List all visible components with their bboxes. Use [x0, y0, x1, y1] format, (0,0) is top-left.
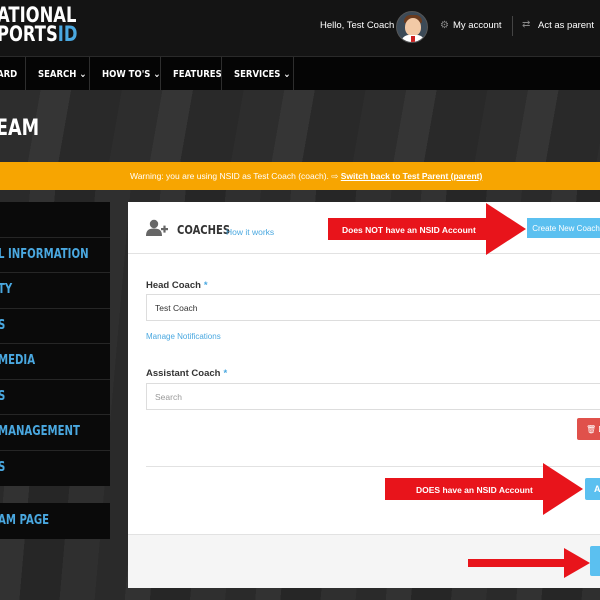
arrow-annotation-bottom: [468, 548, 590, 578]
save-button[interactable]: [590, 546, 600, 576]
nav-features[interactable]: FEATURES: [173, 57, 222, 91]
sidebar-item-media[interactable]: MEDIA: [0, 343, 110, 378]
sidebar-item-information[interactable]: L INFORMATION: [0, 237, 110, 272]
greeting: Hello, Test Coach: [320, 20, 395, 31]
annotation-no-account: Does NOT have an NSID Account: [342, 225, 476, 235]
head-coach-field[interactable]: Test Coach: [146, 294, 600, 321]
assistant-coach-label: Assistant Coach *: [146, 368, 228, 379]
sidebar-item-management[interactable]: MANAGEMENT: [0, 414, 110, 449]
swap-icon: ⇄: [522, 19, 531, 30]
sidebar-item-7[interactable]: S: [0, 450, 110, 485]
coaches-title: COACHES: [177, 222, 231, 237]
header-divider: [512, 16, 513, 36]
sidebar-item-5[interactable]: S: [0, 379, 110, 414]
warning-text: Warning: you are using NSID as Test Coac…: [130, 171, 329, 181]
sidebar-item-activity[interactable]: TY: [0, 272, 110, 307]
sidebar-item-team-page[interactable]: AM PAGE: [0, 503, 110, 539]
top-bar: ATIONAL PORTSID Hello, Test Coach ⚙ My a…: [0, 0, 600, 56]
head-coach-label: Head Coach *: [146, 280, 208, 291]
how-it-works-link[interactable]: How it works: [226, 227, 274, 237]
main-nav: ARD SEARCH ⌄ HOW TO'S ⌄ FEATURES SERVICE…: [0, 56, 600, 91]
add-button[interactable]: A: [585, 478, 600, 500]
add-coach-icon: [146, 219, 168, 236]
nav-services[interactable]: SERVICES ⌄: [234, 57, 290, 91]
logo-id: ID: [57, 22, 78, 46]
manage-notifications-link[interactable]: Manage Notifications: [146, 332, 221, 341]
annotation-has-account: DOES have an NSID Account: [416, 485, 533, 495]
create-new-coach-button[interactable]: Create New Coach: [527, 218, 600, 238]
sidebar-item-3[interactable]: S: [0, 308, 110, 343]
logo-line-2[interactable]: PORTSID: [0, 23, 77, 45]
sidebar: L INFORMATION TY S MEDIA S MANAGEMENT S: [0, 202, 110, 486]
gear-icon: ⚙: [440, 20, 449, 31]
delete-button[interactable]: 🗑 D: [577, 418, 600, 440]
warning-message: Warning: you are using NSID as Test Coac…: [130, 171, 482, 182]
act-as-parent-link[interactable]: Act as parent: [538, 20, 594, 31]
hero-banner: [0, 90, 600, 162]
avatar[interactable]: [396, 11, 428, 43]
assistant-coach-search-input[interactable]: Search: [146, 383, 600, 410]
coaches-panel: COACHES How it works Create New Coach He…: [128, 202, 600, 588]
nav-search[interactable]: SEARCH ⌄: [38, 57, 88, 91]
nav-how-tos[interactable]: HOW TO'S ⌄: [102, 57, 161, 91]
nav-dashboard[interactable]: ARD: [0, 57, 23, 91]
page-title: EAM: [0, 116, 40, 141]
switch-icon: ⇨: [331, 171, 341, 181]
my-account-link[interactable]: My account: [453, 20, 502, 31]
logo-sports: PORTS: [0, 22, 58, 46]
switch-back-link[interactable]: Switch back to Test Parent (parent): [341, 171, 483, 181]
